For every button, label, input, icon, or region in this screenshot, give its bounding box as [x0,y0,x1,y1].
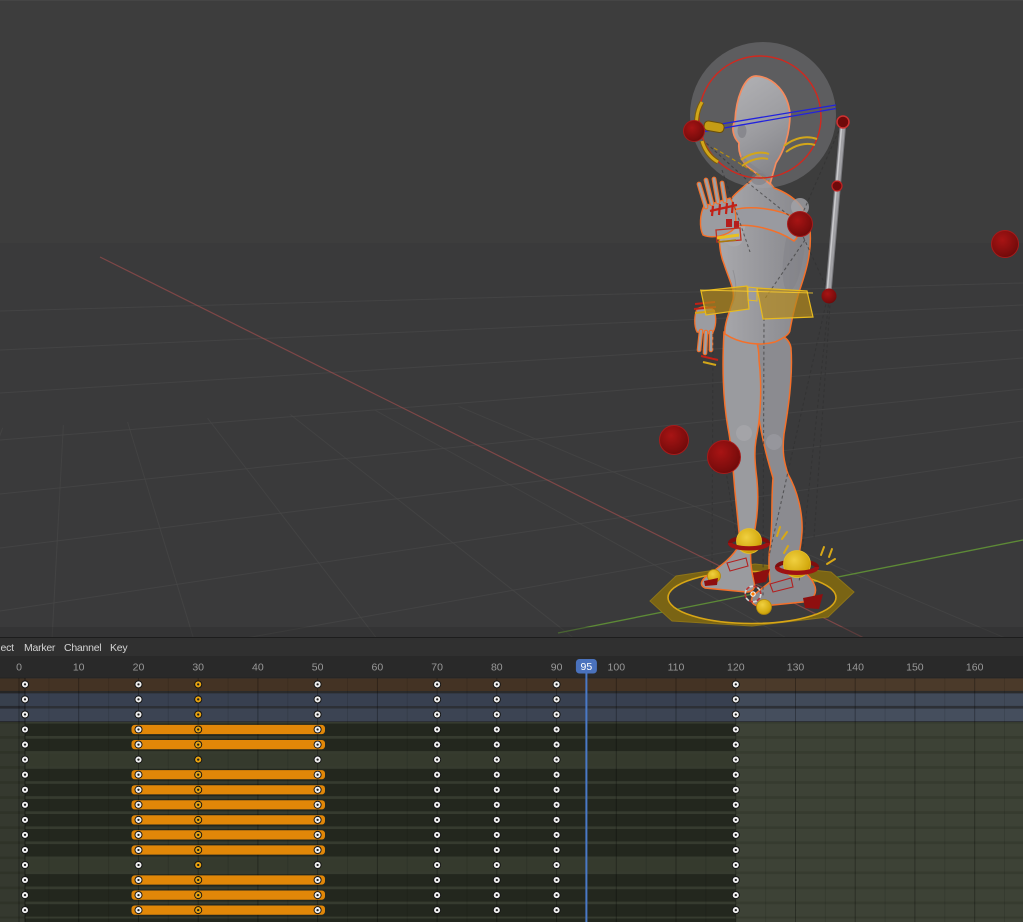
svg-text:40: 40 [252,662,264,674]
svg-text:0: 0 [16,662,22,674]
svg-text:120: 120 [727,662,745,674]
svg-text:50: 50 [312,662,324,674]
svg-text:140: 140 [846,662,864,674]
svg-text:130: 130 [787,662,805,674]
svg-text:70: 70 [431,662,443,674]
svg-text:100: 100 [608,662,626,674]
svg-text:160: 160 [966,662,984,674]
svg-text:90: 90 [551,662,563,674]
svg-text:30: 30 [192,662,204,674]
svg-text:20: 20 [133,662,145,674]
svg-text:10: 10 [73,662,85,674]
svg-text:110: 110 [668,662,685,674]
svg-text:95: 95 [581,661,593,673]
svg-text:150: 150 [906,662,924,674]
svg-text:60: 60 [372,662,384,674]
svg-text:80: 80 [491,662,503,674]
